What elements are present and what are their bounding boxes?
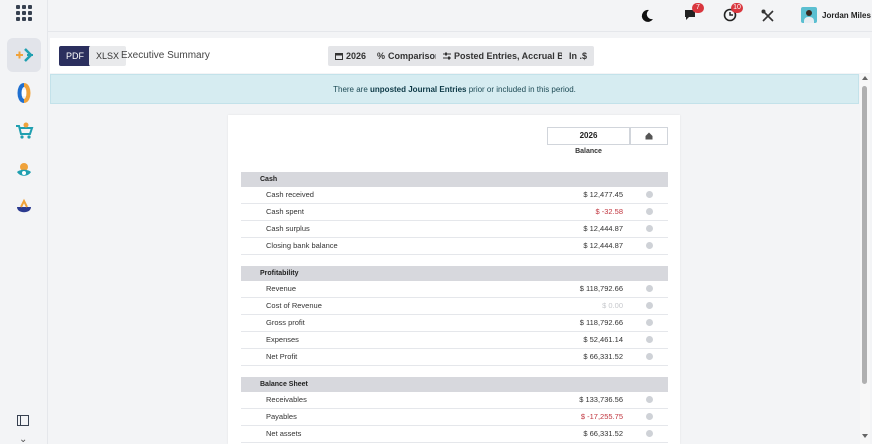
row-label: Cost of Revenue [266,301,322,310]
top-navbar: 7 10 Jordan Miles [48,0,872,32]
inventory-app-icon[interactable] [7,190,41,224]
currency-filter-button[interactable]: In .$ [562,46,595,66]
row-label: Payables [266,412,297,421]
row-label: Cash surplus [266,224,310,233]
sidebar-toggle-icon[interactable] [17,415,29,426]
row-value: $ 12,477.45 [583,190,623,199]
row-value: $ 52,461.14 [583,335,623,344]
activity-clock-icon[interactable]: 10 [723,3,743,24]
percent-icon: % [377,51,386,61]
sales-cart-icon[interactable] [7,114,41,148]
comparison-filter-label: Comparison [388,51,441,61]
table-row[interactable]: Cash spent $ -32.58 [241,204,668,221]
accounting-app-icon[interactable] [7,38,41,72]
info-icon[interactable] [646,285,653,292]
date-filter-button[interactable]: 2026 [328,46,374,66]
sliders-icon [443,52,451,60]
row-value: $ 12,444.87 [583,224,623,233]
row-value: $ -32.58 [595,207,623,216]
info-icon[interactable] [646,319,653,326]
section-header: Balance Sheet [241,377,668,392]
messages-count-badge: 7 [692,3,704,13]
row-value: $ 0.00 [602,301,623,310]
app-sidebar: ⌄ [0,0,48,444]
scrollbar-thumb[interactable] [862,86,867,384]
row-value: $ 12,444.87 [583,241,623,250]
row-value: $ 118,792.66 [579,284,623,293]
messages-icon[interactable]: 7 [684,3,704,24]
info-icon[interactable] [646,191,653,198]
apps-menu-icon[interactable] [16,5,32,21]
table-row[interactable]: Gross profit $ 118,792.66 [241,315,668,332]
info-icon[interactable] [646,396,653,403]
scroll-down-arrow-icon[interactable] [862,434,868,438]
section-header: Cash [241,172,668,187]
crm-app-icon[interactable] [7,152,41,186]
row-value: $ 118,792.66 [579,318,623,327]
home-icon[interactable] [630,127,668,145]
activity-count-badge: 10 [731,3,743,13]
alert-suffix: prior or included in this period. [466,85,576,94]
report-year-header: 2026 [547,127,630,145]
alert-prefix: There are [333,85,371,94]
tools-icon[interactable] [760,8,776,24]
table-row[interactable]: Revenue $ 118,792.66 [241,281,668,298]
section-balance-sheet: Balance Sheet Receivables $ 133,736.56 Pa… [241,377,668,443]
section-cash: Cash Cash received $ 12,477.45 Cash spent… [241,172,668,255]
info-icon[interactable] [646,302,653,309]
row-label: Expenses [266,335,299,344]
table-row[interactable]: Cost of Revenue $ 0.00 [241,298,668,315]
executive-summary-report: 2026 Balance Cash Cash received $ 12,477.… [228,115,680,444]
table-row[interactable]: Closing bank balance $ 12,444.87 [241,238,668,255]
row-label: Net assets [266,429,302,438]
row-label: Closing bank balance [266,241,338,250]
info-icon[interactable] [646,242,653,249]
table-row[interactable]: Cash surplus $ 12,444.87 [241,221,668,238]
info-icon[interactable] [646,430,653,437]
info-icon[interactable] [646,413,653,420]
calendar-icon [335,53,343,60]
breadcrumb: Executive Summary [121,50,210,61]
unposted-entries-alert: There are unposted Journal Entries prior… [50,74,859,104]
info-icon[interactable] [646,353,653,360]
row-value: $ -17,255.75 [580,412,623,421]
section-profitability: Profitability Revenue $ 118,792.66 Cost o… [241,266,668,366]
table-row[interactable]: Payables $ -17,255.75 [241,409,668,426]
dark-mode-moon-icon[interactable] [639,8,655,24]
report-control-panel: PDF XLSX Executive Summary 2026 % Compar… [50,38,870,73]
scroll-up-arrow-icon[interactable] [862,76,868,80]
pdf-export-button[interactable]: PDF [59,46,91,66]
row-label: Net Profit [266,352,298,361]
table-row[interactable]: Net assets $ 66,331.52 [241,426,668,443]
row-label: Gross profit [266,318,305,327]
documents-app-icon[interactable] [7,76,41,110]
table-row[interactable]: Expenses $ 52,461.14 [241,332,668,349]
balance-column-header: Balance [575,148,602,155]
row-label: Receivables [266,395,307,404]
currency-filter-label: In .$ [569,51,588,61]
info-icon[interactable] [646,336,653,343]
table-row[interactable]: Cash received $ 12,477.45 [241,187,668,204]
row-value: $ 133,736.56 [579,395,623,404]
avatar [801,7,817,23]
vertical-scrollbar[interactable] [860,74,870,444]
row-label: Cash received [266,190,314,199]
info-icon[interactable] [646,208,653,215]
table-row[interactable]: Net Profit $ 66,331.52 [241,349,668,366]
date-filter-label: 2026 [346,51,367,61]
info-icon[interactable] [646,225,653,232]
row-value: $ 66,331.52 [583,352,623,361]
row-value: $ 66,331.52 [583,429,623,438]
user-name: Jordan Miles [822,10,871,20]
expand-down-icon[interactable]: ⌄ [19,434,27,444]
unposted-entries-link[interactable]: unposted Journal Entries [370,85,466,94]
user-menu[interactable]: Jordan Miles [801,7,871,23]
row-label: Revenue [266,284,297,293]
row-label: Cash spent [266,207,304,216]
section-header: Profitability [241,266,668,281]
table-row[interactable]: Receivables $ 133,736.56 [241,392,668,409]
